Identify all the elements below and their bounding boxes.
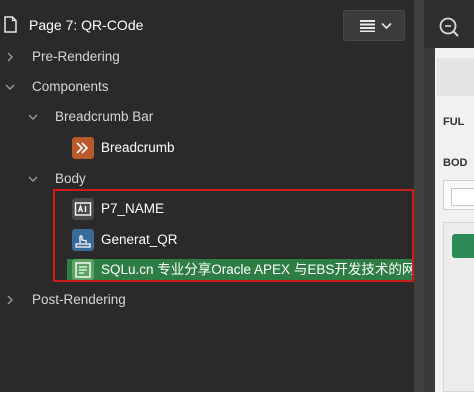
chevron-down-icon[interactable] (27, 173, 39, 185)
tree-node-static-content-selected[interactable]: SQLu.cn 专业分享Oracle APEX 与EBS开发技术的网站 (72, 257, 414, 283)
text-field-icon (72, 198, 94, 220)
tree-node-components[interactable]: Components (4, 74, 109, 100)
zoom-icon[interactable] (436, 14, 460, 38)
page-icon (4, 16, 17, 33)
layout-gallery-strip (437, 58, 474, 96)
layout-label-full-width: FUL (443, 116, 465, 128)
bottom-margin (0, 392, 474, 415)
tree-node-post-rendering[interactable]: Post-Rendering (4, 287, 126, 313)
tree-node-label: Generat_QR (101, 232, 178, 247)
tree-node-pre-rendering[interactable]: Pre-Rendering (4, 44, 120, 70)
button-icon (72, 229, 94, 251)
breadcrumb-icon (72, 137, 94, 159)
chevron-right-icon[interactable] (4, 51, 16, 63)
layout-toolbar (424, 0, 474, 48)
tree-node-p7-name[interactable]: P7_NAME (72, 196, 164, 222)
rendering-tree-panel: Page 7: QR-COde Pre-Rendering Components… (0, 0, 414, 392)
layout-region-box[interactable] (443, 180, 474, 210)
page-designer: Page 7: QR-COde Pre-Rendering Components… (0, 0, 474, 415)
page-title: Page 7: QR-COde (29, 17, 144, 33)
chevron-down-icon[interactable] (4, 81, 16, 93)
panel-header: Page 7: QR-COde (0, 0, 414, 50)
layout-selected-component[interactable] (452, 234, 474, 258)
tree-node-label: Pre-Rendering (32, 49, 120, 64)
tree-node-label: P7_NAME (101, 201, 165, 216)
tree-node-label: Components (32, 79, 109, 94)
tree-node-generat-qr[interactable]: Generat_QR (72, 227, 178, 253)
tree-node-label: SQLu.cn 专业分享Oracle APEX 与EBS开发技术的网站 (101, 262, 414, 277)
tree-node-label: Breadcrumb (101, 140, 175, 155)
hamburger-menu-icon (360, 20, 375, 32)
layout-region-inner (451, 188, 474, 206)
panel-splitter[interactable] (414, 0, 424, 392)
tree-node-label: Post-Rendering (32, 292, 126, 307)
tree-node-label: Breadcrumb Bar (55, 109, 154, 124)
tree-node-breadcrumb[interactable]: Breadcrumb (72, 135, 175, 161)
layout-label-body: BOD (443, 157, 468, 169)
chevron-right-icon[interactable] (4, 294, 16, 306)
tree-node-breadcrumb-bar[interactable]: Breadcrumb Bar (27, 104, 153, 130)
static-content-icon (72, 259, 94, 281)
tree-node-body[interactable]: Body (27, 166, 86, 192)
tree-node-label: Body (55, 171, 86, 186)
chevron-down-icon[interactable] (27, 111, 39, 123)
tree-menu-button[interactable] (343, 10, 405, 41)
chevron-down-icon (381, 22, 392, 30)
